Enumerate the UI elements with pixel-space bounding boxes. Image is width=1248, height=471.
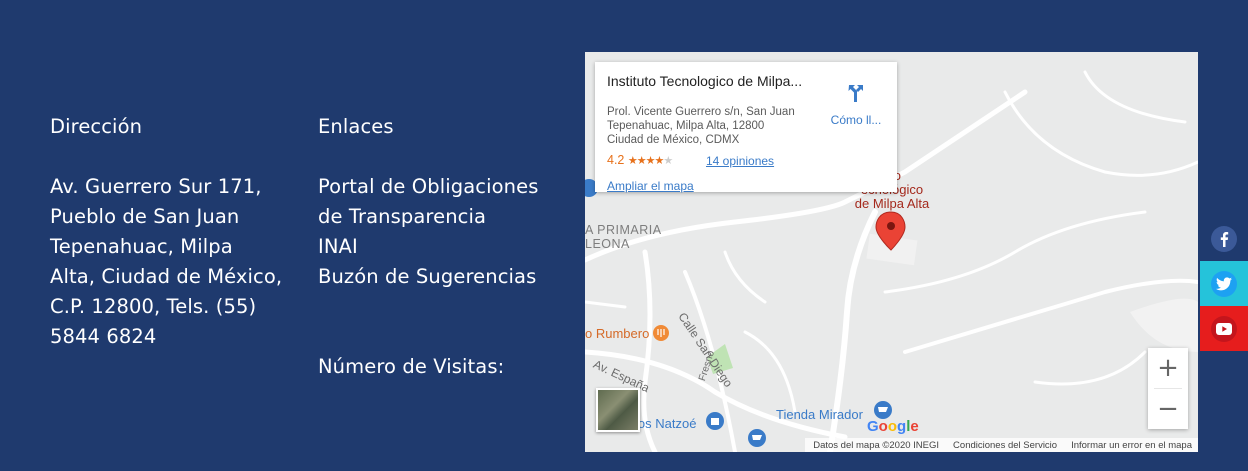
visits-label: Número de Visitas:: [318, 355, 505, 378]
place-card: Instituto Tecnologico de Milpa... Prol. …: [595, 62, 897, 193]
map-store-label: Tienda Mirador: [776, 407, 863, 422]
directions-button[interactable]: Cómo ll...: [821, 82, 891, 127]
address-line: Pueblo de San Juan: [50, 205, 240, 228]
zoom-control: + −: [1148, 348, 1188, 429]
address-line: 5844 6824: [50, 325, 157, 348]
reviews-link[interactable]: 14 opiniones: [706, 154, 774, 168]
place-rating: 4.2 ★★★★★: [607, 153, 673, 167]
google-logo: Google: [867, 418, 919, 435]
restaurant-icon: [653, 325, 669, 341]
address-line: C.P. 12800, Tels. (55): [50, 295, 257, 318]
transparency-link-cont[interactable]: de Transparencia: [318, 202, 568, 232]
rating-stars-icon: ★★★★★: [627, 155, 673, 167]
map-store-label: los Natzoé: [635, 416, 697, 431]
zoom-out-button[interactable]: −: [1148, 389, 1188, 429]
inai-link[interactable]: INAI: [318, 232, 568, 262]
satellite-toggle[interactable]: [596, 388, 640, 432]
address-heading: Dirección: [50, 115, 143, 138]
embedded-map[interactable]: uto ecnológico de Milpa Alta A PRIMARIA …: [585, 52, 1198, 452]
report-error-link[interactable]: Informar un error en el mapa: [1071, 440, 1192, 451]
store-icon: [748, 429, 766, 447]
links-column: Enlaces Portal de Obligaciones de Transp…: [318, 112, 568, 382]
twitter-button[interactable]: [1200, 261, 1248, 306]
address-line: Alta, Ciudad de México,: [50, 265, 283, 288]
suggestions-link[interactable]: Buzón de Sugerencias: [318, 262, 568, 292]
store-icon: [706, 412, 724, 430]
address-line: Av. Guerrero Sur 171,: [50, 175, 262, 198]
map-data-attribution: Datos del mapa ©2020 INEGI: [813, 439, 940, 451]
transparency-link[interactable]: Portal de Obligaciones: [318, 172, 568, 202]
youtube-button[interactable]: [1200, 306, 1248, 351]
place-title: Instituto Tecnologico de Milpa...: [607, 73, 803, 89]
address-column: Dirección Av. Guerrero Sur 171, Pueblo d…: [50, 112, 300, 352]
address-line: Tepenahuac, Milpa: [50, 235, 233, 258]
map-footer: Datos del mapa ©2020 INEGI Condiciones d…: [805, 438, 1198, 452]
facebook-icon: [1211, 225, 1237, 252]
enlarge-map-link[interactable]: Ampliar el mapa: [607, 179, 694, 193]
map-restaurant-label: o Rumbero: [585, 326, 650, 341]
store-icon: [874, 401, 892, 419]
zoom-in-button[interactable]: +: [1148, 348, 1188, 388]
youtube-icon: [1211, 315, 1237, 342]
twitter-icon: [1211, 270, 1237, 297]
links-heading: Enlaces: [318, 115, 394, 138]
facebook-button[interactable]: [1200, 216, 1248, 261]
directions-icon: [848, 85, 863, 102]
map-school-label: A PRIMARIA LEONA: [585, 223, 662, 251]
terms-link[interactable]: Condiciones del Servicio: [953, 440, 1057, 451]
place-address: Prol. Vicente Guerrero s/n, San Juan Tep…: [607, 106, 795, 146]
